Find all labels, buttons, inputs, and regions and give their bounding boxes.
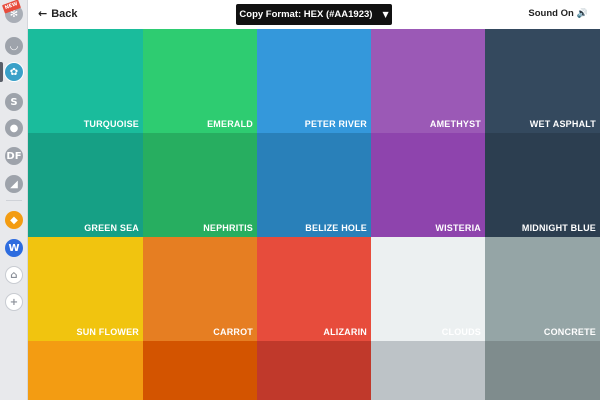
color-name: CARROT [213,327,253,337]
color-swatch[interactable]: CONCRETE [485,237,600,341]
color-swatch[interactable] [143,341,257,400]
color-name: WET ASPHALT [529,119,596,129]
sidebar-app-item[interactable]: W [4,238,24,258]
sidebar-app-item[interactable]: ◢ [4,174,24,194]
color-name: TURQUOISE [83,119,139,129]
chat-bubble-icon: ● [5,119,23,137]
color-swatch[interactable]: CARROT [143,237,257,341]
color-swatch[interactable] [485,341,600,400]
back-button[interactable]: ← Back [38,7,78,20]
caret-down-icon: ▼ [382,10,389,19]
color-name: WISTERIA [435,223,481,233]
chart-icon: ◢ [5,175,23,193]
sound-label: Sound On [528,8,574,19]
color-swatch[interactable] [28,341,143,400]
bank-icon: ⌂ [5,266,23,284]
add-icon: + [5,293,23,311]
color-swatch[interactable]: ALIZARIN [257,237,371,341]
color-swatch[interactable]: NEPHRITIS [143,133,257,237]
cup-icon: ◡ [5,37,23,55]
color-swatch[interactable]: MIDNIGHT BLUE [485,133,600,237]
color-swatch[interactable] [371,341,485,400]
color-swatch[interactable]: SUN FLOWER [28,237,143,341]
s-logo-icon: S [5,93,23,111]
color-swatch[interactable]: WET ASPHALT [485,29,600,133]
color-name: ALIZARIN [323,327,367,337]
sidebar-app-item[interactable]: ⌂ [4,265,24,285]
color-swatch[interactable] [257,341,371,400]
copy-format-dropdown[interactable]: Copy Format: HEX (#AA1923) ▼ [236,4,392,25]
sidebar-app-item[interactable]: + [4,292,24,312]
sidebar-app-item[interactable]: ◡ [4,36,24,56]
color-swatch[interactable]: WISTERIA [371,133,485,237]
copy-format-label: Copy Format: HEX (#AA1923) [239,9,373,20]
color-swatch[interactable]: CLOUDS [371,237,485,341]
palette-icon: ✿ [5,63,23,81]
back-arrow-icon: ← [38,7,48,20]
sidebar-app-item[interactable]: DF [4,146,24,166]
color-name: CONCRETE [543,327,596,337]
color-grid: TURQUOISE EMERALD PETER RIVER AMETHYST WET A… [28,29,600,400]
orange-app-icon: ◆ [5,211,23,229]
color-name: SUN FLOWER [76,327,139,337]
sidebar-app-item[interactable]: S [4,92,24,112]
active-indicator [0,62,3,82]
back-label: Back [51,8,78,20]
color-name: MIDNIGHT BLUE [521,223,596,233]
color-swatch[interactable]: EMERALD [143,29,257,133]
app-sidebar: ✻ ◡ ✿ S ● DF ◢ ◆ W ⌂ + NEW [0,0,28,400]
color-name: EMERALD [207,119,253,129]
top-bar: ← Back Copy Format: HEX (#AA1923) ▼ Sound… [28,0,600,28]
color-name: PETER RIVER [304,119,367,129]
sidebar-divider [6,200,22,201]
color-swatch[interactable]: GREEN SEA [28,133,143,237]
color-name: GREEN SEA [84,223,139,233]
color-name: CLOUDS [441,327,481,337]
speaker-icon: 🔊 [576,8,588,19]
sidebar-app-item[interactable]: ✿ [4,62,24,82]
webflow-icon: W [5,239,23,257]
color-swatch[interactable]: TURQUOISE [28,29,143,133]
color-name: AMETHYST [429,119,481,129]
df-logo-icon: DF [5,147,23,165]
sidebar-app-item[interactable]: ◆ [4,210,24,230]
sound-toggle[interactable]: Sound On 🔊 [528,8,588,19]
color-swatch[interactable]: PETER RIVER [257,29,371,133]
color-swatch[interactable]: BELIZE HOLE [257,133,371,237]
color-name: BELIZE HOLE [305,223,367,233]
sidebar-app-item[interactable]: ● [4,118,24,138]
color-name: NEPHRITIS [203,223,253,233]
color-swatch[interactable]: AMETHYST [371,29,485,133]
